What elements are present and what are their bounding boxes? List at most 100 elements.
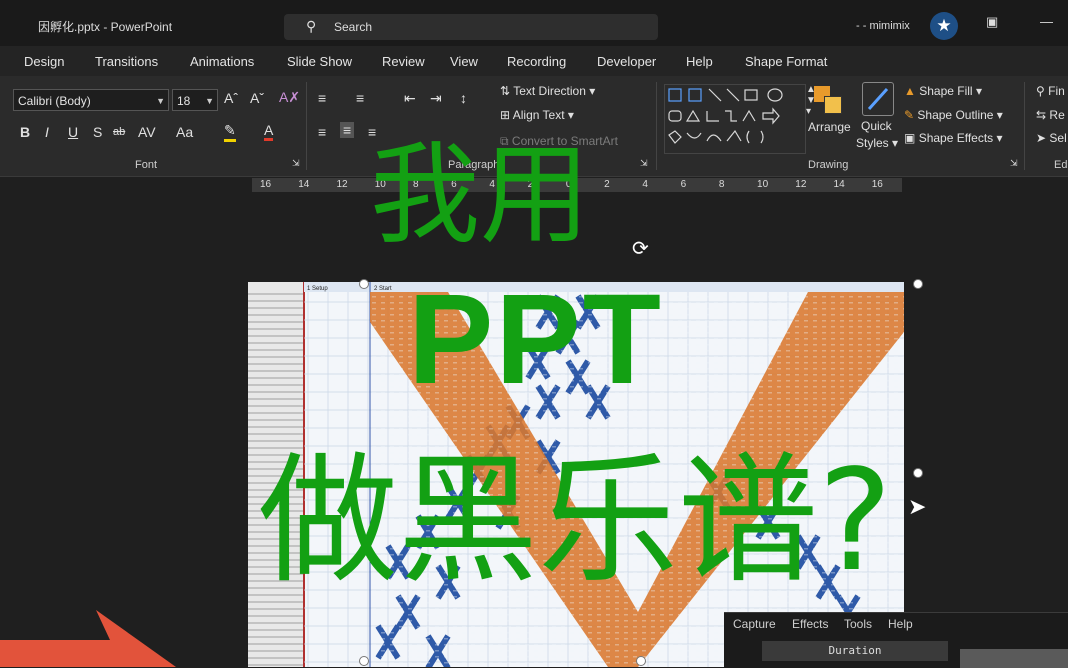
underline-icon[interactable]: U [68,124,78,140]
note-texture [876,374,880,376]
strikethrough-icon[interactable]: ab [113,126,125,138]
user-name[interactable]: - - mimimix [856,20,910,32]
align-center-icon[interactable]: ≡ [340,122,355,138]
note-texture [516,644,520,646]
char-spacing-icon[interactable]: AV [138,124,156,140]
quick-styles-label-2[interactable]: Styles ▾ [856,136,898,150]
note-texture [876,392,880,394]
menu-help[interactable]: Help [888,617,913,631]
italic-icon[interactable]: I [45,124,49,140]
note-texture [642,650,646,652]
note-texture [831,302,835,304]
menu-tools[interactable]: Tools [844,617,872,631]
tab-slide-show[interactable]: Slide Show [287,54,352,69]
note-texture [426,656,430,658]
note-texture [678,368,682,370]
note-texture [723,362,727,364]
note-texture [561,650,565,652]
note-texture [741,356,745,358]
shape-outline-button[interactable]: ✎ Shape Outline ▾ [904,108,1003,122]
resize-handle[interactable] [359,656,369,666]
note-texture [768,368,772,370]
note-texture [705,620,709,622]
shape-fill-button[interactable]: ▲ Shape Fill ▾ [904,84,982,98]
ribbon-display-icon[interactable]: ▣ [986,14,998,30]
tab-transitions[interactable]: Transitions [95,54,158,69]
note-texture [498,620,502,622]
tab-review[interactable]: Review [382,54,425,69]
shadow-icon[interactable]: S [93,124,102,140]
resize-handle[interactable] [359,279,369,289]
line-spacing-icon[interactable]: ↕ [460,90,467,106]
note-texture [741,392,745,394]
tab-shape-format[interactable]: Shape Format [745,54,827,69]
highlight-icon[interactable]: ✎ [224,122,236,142]
clear-formatting-icon[interactable]: A✗ [279,89,300,106]
quick-styles-label[interactable]: Quick [861,119,892,133]
note-texture [894,404,898,406]
note-texture [714,380,718,382]
note-texture [894,602,898,604]
note-texture [804,350,808,352]
select-button[interactable]: ➤ Sel [1036,131,1067,145]
font-family-select[interactable]: Calibri (Body) ▼ [13,89,169,111]
font-color-icon[interactable]: A [264,122,274,141]
change-case-icon[interactable]: Aa [176,124,193,140]
note-texture [678,314,682,316]
tab-recording[interactable]: Recording [507,54,566,69]
dialog-launcher-icon[interactable]: ⇲ [1010,158,1018,169]
resize-handle[interactable] [913,279,923,289]
ruler-tick-label: 14 [298,179,310,190]
menu-capture[interactable]: Capture [733,617,776,631]
dialog-launcher-icon[interactable]: ⇲ [292,158,300,169]
shapes-gallery[interactable] [664,84,806,154]
rotate-handle-icon[interactable]: ⟳ [632,236,649,261]
shrink-font-icon[interactable]: Aˇ [250,90,264,106]
ribbon-tabs: Design Transitions Animations Slide Show… [0,46,1068,76]
replace-button[interactable]: ⇆ Re [1036,108,1065,122]
tab-developer[interactable]: Developer [597,54,656,69]
group-divider [656,82,657,170]
note-texture [867,368,871,370]
star-avatar-icon[interactable]: ★ [930,12,958,40]
tab-view[interactable]: View [450,54,478,69]
numbering-icon[interactable]: ≡ [356,90,364,106]
font-size-select[interactable]: 18 ▼ [172,89,218,111]
note-texture [768,374,772,376]
tab-help[interactable]: Help [686,54,713,69]
note-texture [534,626,538,628]
duration-field[interactable]: Duration [762,641,948,661]
shape-effects-button[interactable]: ▣ Shape Effects ▾ [904,131,1003,145]
bullets-icon[interactable]: ≡ [318,90,326,106]
note-texture [831,356,835,358]
minimize-icon[interactable]: — [1040,14,1053,29]
note-texture [372,296,376,298]
replace-icon: ⇆ [1036,108,1047,122]
dialog-launcher-icon[interactable]: ⇲ [640,158,648,169]
menu-effects[interactable]: Effects [792,617,828,631]
note-texture [669,626,673,628]
search-box[interactable]: ⚲ Search [284,14,658,40]
note-texture [759,302,763,304]
tab-animations[interactable]: Animations [190,54,254,69]
note-texture [894,458,898,460]
note-texture [444,662,448,664]
arrange-button[interactable]: Arrange [808,120,851,134]
align-left-icon[interactable]: ≡ [318,124,326,140]
note-texture [714,644,718,646]
note-texture [732,404,736,406]
note-texture [687,374,691,376]
note-texture [678,308,682,310]
ruler-tick-label: 10 [757,179,769,190]
grow-font-icon[interactable]: Aˆ [224,90,238,106]
text-direction-button[interactable]: ⇅ Text Direction ▾ [500,84,595,98]
tab-design[interactable]: Design [24,54,64,69]
resize-handle[interactable] [636,656,646,666]
find-button[interactable]: ⚲ Fin [1036,84,1065,98]
bold-icon[interactable]: B [20,124,30,140]
note-texture [507,650,511,652]
note-texture [894,554,898,556]
note-texture [804,344,808,346]
paint-bucket-icon: ▲ [904,84,916,98]
resize-handle[interactable] [913,468,923,478]
